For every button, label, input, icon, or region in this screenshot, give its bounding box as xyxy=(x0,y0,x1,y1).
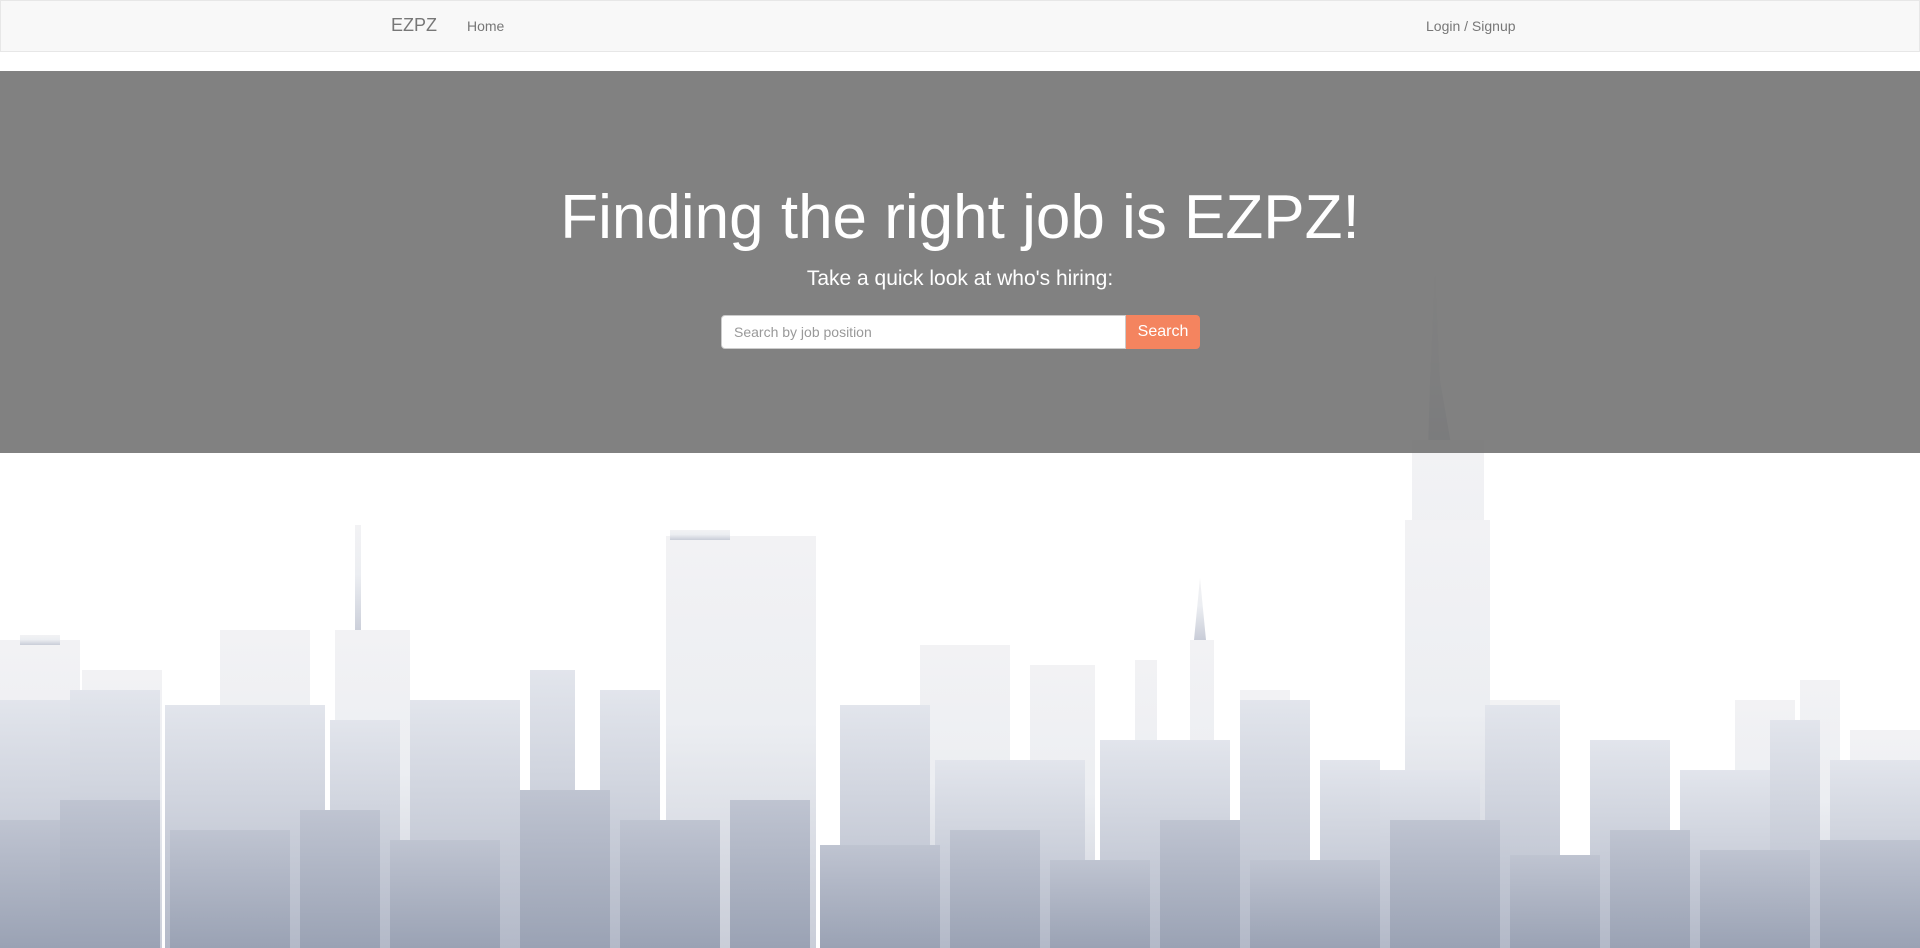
hero-title: Finding the right job is EZPZ! xyxy=(560,183,1360,252)
page: EZPZ Home Login / Signup Finding the rig… xyxy=(0,0,1920,948)
login-signup-link[interactable]: Login / Signup xyxy=(1426,16,1516,36)
navbar: EZPZ Home Login / Signup xyxy=(0,0,1920,52)
nav-home-link[interactable]: Home xyxy=(467,16,504,36)
job-search-input[interactable] xyxy=(721,315,1126,349)
hero-subtitle: Take a quick look at who's hiring: xyxy=(806,267,1114,290)
hero-banner: Finding the right job is EZPZ! Take a qu… xyxy=(0,71,1920,453)
brand-link[interactable]: EZPZ xyxy=(391,15,437,35)
search-button[interactable]: Search xyxy=(1126,315,1200,349)
